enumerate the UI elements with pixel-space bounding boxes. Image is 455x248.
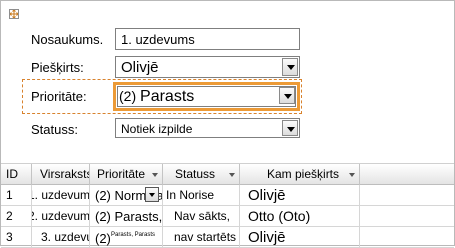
cell-title-text: 2. uzdevums [32,209,90,223]
cell-priority-small: Parasts, Parasts [111,232,156,238]
column-header-id-label: ID [6,167,18,181]
cell-id: 2 [1,206,32,226]
cell-title: 2. uzdevums [32,206,90,226]
cell-assigned: Olivjē [240,227,360,247]
table-row[interactable]: 3 3. uzdevums (2) Parasts, Parasts nav s… [1,227,454,248]
column-header-status-label: Statuss [175,167,216,181]
title-label: Nosaukums. [31,32,104,47]
priority-label: Prioritāte: [31,89,87,104]
chevron-down-icon[interactable] [145,187,159,202]
column-header-filler [360,164,454,185]
status-dropdown-value: Notiek izpilde [121,122,193,136]
column-header-assigned[interactable]: Kam piešķirts [240,164,360,185]
cell-title: 1. uzdevums [32,185,90,205]
column-header-assigned-label: Kam piešķirts [267,167,340,181]
table-row[interactable]: 1 1. uzdevums (2) Normāla In Norise Oliv… [1,185,454,206]
cell-priority-num: (2) [95,231,111,246]
column-header-priority-label: Prioritāte [97,167,146,181]
cell-assigned: Olivjē [240,185,360,205]
column-header-title[interactable]: Virsraksts [32,164,90,185]
column-header-status[interactable]: Statuss [163,164,240,185]
chevron-down-icon[interactable] [279,87,295,104]
chevron-down-icon[interactable] [282,58,298,76]
priority-dropdown[interactable]: (2) Parasts [113,82,300,111]
status-label: Statuss: [31,122,78,137]
move-cross-icon[interactable] [9,9,19,19]
column-header-priority[interactable]: Prioritāte [90,164,163,185]
sort-arrow-icon[interactable] [229,173,235,177]
cell-priority[interactable]: (2) Normāla [90,185,163,205]
cell-status: Nav sākts, [163,206,240,226]
grid-header: ID Virsraksts Prioritāte Statuss Kam pie… [1,163,454,185]
status-dropdown[interactable]: Notiek izpilde [115,118,300,138]
priority-dropdown-value: (2) Parasts [119,88,194,106]
cell-priority: (2) Parasts, Parasts [90,227,163,247]
column-header-id[interactable]: ID [1,164,32,185]
chevron-down-icon[interactable] [282,120,298,136]
task-grid: ID Virsraksts Prioritāte Statuss Kam pie… [1,163,454,248]
title-input[interactable]: 1. uzdevums [115,28,300,50]
assigned-dropdown[interactable]: Olivjē [115,56,300,78]
cell-title: 3. uzdevums [32,227,90,247]
column-header-title-label: Virsraksts [40,167,90,181]
assigned-label: Piešķirts: [31,60,84,75]
sort-arrow-icon[interactable] [152,173,158,177]
cell-assigned: Otto (Oto) [240,206,360,226]
priority-text: Parasts [140,88,195,105]
cell-id: 1 [1,185,32,205]
table-row[interactable]: 2 2. uzdevums (2) Parasts, Nav sākts, Ot… [1,206,454,227]
assigned-dropdown-value: Olivjē [121,59,159,76]
cell-priority: (2) Parasts, [90,206,163,226]
cell-title-text: 1. uzdevums [32,188,90,202]
priority-number: (2) [119,88,137,104]
title-input-value: 1. uzdevums [121,32,195,47]
cell-status: nav startēts [163,227,240,247]
cell-status: In Norise [163,185,240,205]
sort-arrow-icon[interactable] [349,173,355,177]
cell-id: 3 [1,227,32,247]
cell-title-text: 3. uzdevums [41,230,89,244]
window-frame: Nosaukums. 1. uzdevums Piešķirts: Olivjē… [0,0,455,248]
